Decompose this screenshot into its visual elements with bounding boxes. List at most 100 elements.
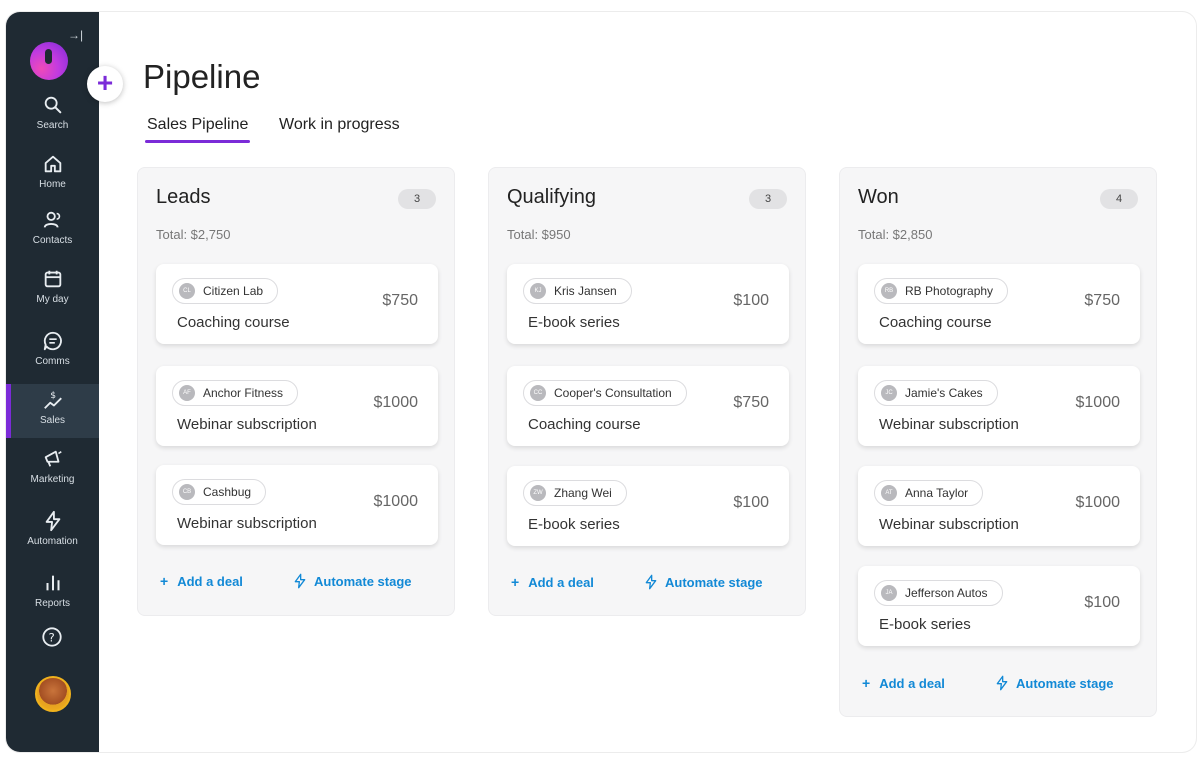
sidebar-item-contacts[interactable]: Contacts <box>6 209 99 259</box>
automate-stage-button[interactable]: Automate stage <box>292 571 412 591</box>
deal-card[interactable]: CC Cooper's Consultation $750 Coaching co… <box>507 366 789 446</box>
svg-text:?: ? <box>49 631 55 645</box>
deal-card[interactable]: ZW Zhang Wei $100 E-book series <box>507 466 789 546</box>
contact-chip[interactable]: CC Cooper's Consultation <box>523 380 687 406</box>
deal-amount: $100 <box>1084 594 1120 611</box>
contact-name: Kris Jansen <box>554 284 617 298</box>
contact-name: Cooper's Consultation <box>554 386 672 400</box>
contact-chip[interactable]: ZW Zhang Wei <box>523 480 627 506</box>
sidebar-item-comms[interactable]: Comms <box>6 330 99 380</box>
plus-icon: + <box>160 573 169 589</box>
deal-card[interactable]: KJ Kris Jansen $100 E-book series <box>507 264 789 344</box>
contact-initials: JA <box>881 585 897 601</box>
deal-amount: $100 <box>733 292 769 309</box>
sidebar-item-marketing[interactable]: Marketing <box>6 448 99 498</box>
user-avatar[interactable] <box>35 676 71 712</box>
deal-amount: $1000 <box>373 394 419 411</box>
contact-chip[interactable]: CL Citizen Lab <box>172 278 279 304</box>
sidebar-item-search[interactable]: Search <box>6 94 99 144</box>
automate-stage-button[interactable]: Automate stage <box>643 572 763 592</box>
column-title: Qualifying <box>507 186 596 208</box>
sidebar-item-home[interactable]: Home <box>6 153 99 203</box>
automate-stage-button[interactable]: Automate stage <box>994 673 1114 693</box>
deal-card[interactable]: CL Citizen Lab $750 Coaching course <box>156 264 438 344</box>
contact-chip[interactable]: CB Cashbug <box>172 479 267 505</box>
add-deal-button[interactable]: + Add a deal <box>511 574 594 590</box>
contact-name: Cashbug <box>203 485 252 499</box>
deal-amount: $1000 <box>373 493 419 510</box>
megaphone-icon <box>44 450 62 467</box>
contact-initials: CL <box>179 283 195 299</box>
bar-chart-icon <box>45 575 60 591</box>
column-count-badge: 4 <box>1100 189 1138 209</box>
help-icon[interactable]: ? <box>41 626 63 648</box>
sidebar-item-label: Search <box>36 120 69 131</box>
sidebar-item-label: Sales <box>39 415 65 426</box>
sidebar-item-label: My day <box>36 294 69 305</box>
deal-name: E-book series <box>528 516 620 533</box>
deal-name: E-book series <box>879 616 971 633</box>
column-count-badge: 3 <box>398 189 436 209</box>
column-title: Won <box>858 186 899 208</box>
add-deal-button[interactable]: + Add a deal <box>862 675 945 691</box>
contact-name: Anchor Fitness <box>203 386 284 400</box>
contact-initials: ZW <box>530 485 546 501</box>
contact-chip[interactable]: KJ Kris Jansen <box>523 278 632 304</box>
contact-initials: AF <box>179 385 195 401</box>
deal-amount: $1000 <box>1075 494 1121 511</box>
contact-chip[interactable]: AF Anchor Fitness <box>172 380 299 406</box>
tab-sales-pipeline[interactable]: Sales Pipeline <box>144 116 251 143</box>
pipeline-column-leads: Leads 3 Total: $2,750 CL Citizen Lab $750… <box>137 167 455 616</box>
sidebar: →| Search Home Contacts My day Comms $ S… <box>6 12 99 752</box>
plus-icon: + <box>511 574 520 590</box>
sidebar-item-label: Marketing <box>30 474 75 485</box>
collapse-sidebar-icon[interactable]: →| <box>68 28 83 42</box>
sidebar-item-label: Automation <box>27 536 78 547</box>
contact-name: Citizen Lab <box>203 284 264 298</box>
sidebar-item-sales[interactable]: $ Sales <box>6 384 99 438</box>
deal-name: Webinar subscription <box>177 515 317 532</box>
app-window: →| Search Home Contacts My day Comms $ S… <box>6 12 1196 752</box>
sidebar-item-my-day[interactable]: My day <box>6 268 99 318</box>
deal-name: Coaching course <box>879 314 992 331</box>
add-deal-label: Add a deal <box>177 573 243 589</box>
contact-chip[interactable]: JC Jamie's Cakes <box>874 380 998 406</box>
add-deal-label: Add a deal <box>879 675 945 691</box>
deal-card[interactable]: AT Anna Taylor $1000 Webinar subscription <box>858 466 1140 546</box>
contact-name: Anna Taylor <box>905 486 969 500</box>
contact-initials: AT <box>881 485 897 501</box>
deal-name: Coaching course <box>528 416 641 433</box>
column-total: Total: $2,750 <box>156 227 231 242</box>
search-icon <box>44 96 61 114</box>
sidebar-item-label: Comms <box>35 356 70 367</box>
column-total: Total: $2,850 <box>858 227 933 242</box>
deal-name: Webinar subscription <box>177 416 317 433</box>
deal-card[interactable]: CB Cashbug $1000 Webinar subscription <box>156 465 438 545</box>
contact-initials: CB <box>179 484 195 500</box>
column-total: Total: $950 <box>507 227 571 242</box>
pipeline-column-won: Won 4 Total: $2,850 RB RB Photography $75… <box>839 167 1157 717</box>
contact-initials: KJ <box>530 283 546 299</box>
deal-card[interactable]: JC Jamie's Cakes $1000 Webinar subscripti… <box>858 366 1140 446</box>
contact-chip[interactable]: RB RB Photography <box>874 278 1009 304</box>
deal-amount: $750 <box>382 292 418 309</box>
lightning-icon <box>996 675 1008 691</box>
sidebar-item-label: Reports <box>34 598 70 609</box>
pipeline-column-qualifying: Qualifying 3 Total: $950 KJ Kris Jansen $… <box>488 167 806 616</box>
contact-chip[interactable]: JA Jefferson Autos <box>874 580 1003 606</box>
contact-chip[interactable]: AT Anna Taylor <box>874 480 984 506</box>
deal-card[interactable]: JA Jefferson Autos $100 E-book series <box>858 566 1140 646</box>
deal-amount: $750 <box>733 394 769 411</box>
deal-card[interactable]: RB RB Photography $750 Coaching course <box>858 264 1140 344</box>
sidebar-item-label: Home <box>39 179 66 190</box>
create-new-button[interactable]: + <box>87 66 123 102</box>
add-deal-button[interactable]: + Add a deal <box>160 573 243 589</box>
contact-name: Jefferson Autos <box>905 586 988 600</box>
contact-name: Jamie's Cakes <box>905 386 983 400</box>
sidebar-item-automation[interactable]: Automation <box>6 510 99 560</box>
home-icon <box>44 155 61 173</box>
app-logo[interactable] <box>30 42 68 80</box>
tab-work-in-progress[interactable]: Work in progress <box>279 116 400 134</box>
sidebar-item-reports[interactable]: Reports <box>6 572 99 622</box>
deal-card[interactable]: AF Anchor Fitness $1000 Webinar subscript… <box>156 366 438 446</box>
